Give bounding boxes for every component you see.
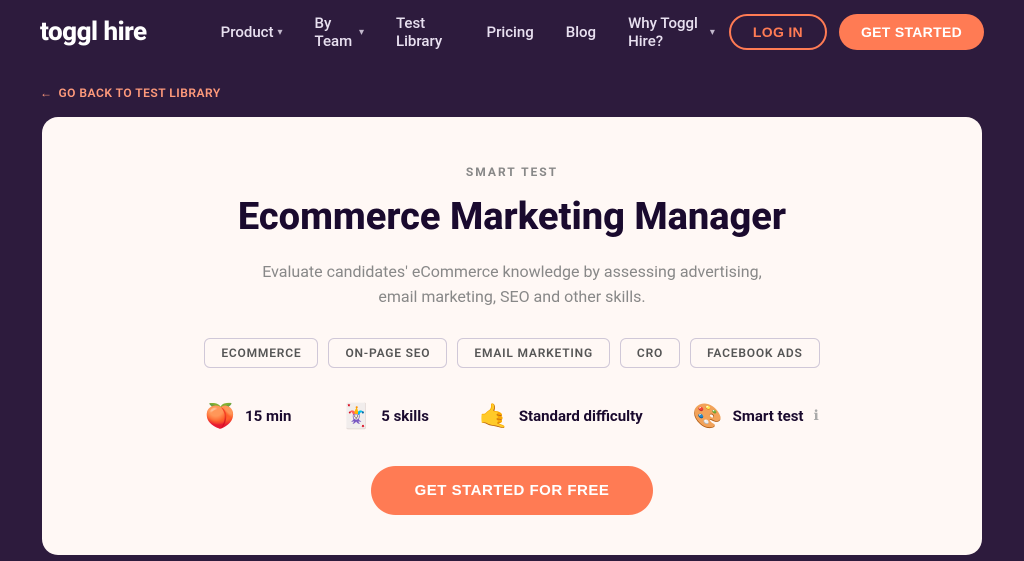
logo-suffix: hire [98,17,147,47]
breadcrumb-label: GO BACK TO TEST LIBRARY [59,86,221,100]
login-button[interactable]: LOG IN [729,14,827,50]
logo-text: toggl hire [40,17,147,47]
get-started-cta-button[interactable]: GET STARTED FOR FREE [371,466,654,515]
nav-item-test-library[interactable]: Test Library [382,6,469,58]
nav-item-why-toggl[interactable]: Why Toggl Hire? ▾ [614,6,729,58]
smart-test-icon: 🎨 [693,402,723,430]
info-icon[interactable]: ℹ [814,408,819,424]
card-title: Ecommerce Marketing Manager [102,195,922,241]
difficulty-value: Standard difficulty [519,407,643,425]
tag-cro: CRO [620,338,680,368]
chevron-down-icon: ▾ [359,27,364,38]
tags-container: ECOMMERCE ON-PAGE SEO EMAIL MARKETING CR… [102,338,922,368]
back-link-container: ← GO BACK TO TEST LIBRARY [0,64,1024,101]
difficulty-icon: 🤙 [479,402,509,430]
chevron-down-icon: ▾ [710,27,715,38]
duration-value: 15 min [245,407,291,425]
back-to-library-link[interactable]: ← GO BACK TO TEST LIBRARY [40,86,221,100]
nav-item-product[interactable]: Product ▾ [207,15,297,49]
skills-value: 5 skills [381,407,429,425]
arrow-left-icon: ← [40,86,53,100]
tag-facebook-ads: FACEBOOK ADS [690,338,820,368]
card-description: Evaluate candidates' eCommerce knowledge… [262,259,762,310]
smart-test-value: Smart test [733,407,804,425]
tag-ecommerce: ECOMMERCE [204,338,318,368]
nav-actions: LOG IN GET STARTED [729,14,984,50]
nav-item-blog[interactable]: Blog [552,15,610,49]
card-wrapper: SMART TEST Ecommerce Marketing Manager E… [0,101,1024,555]
nav-item-by-team[interactable]: By Team ▾ [301,6,378,58]
meta-skills: 🃏 5 skills [341,402,429,430]
skills-icon: 🃏 [341,402,371,430]
logo[interactable]: toggl hire [40,17,147,47]
chevron-down-icon: ▾ [278,27,283,38]
navbar: toggl hire Product ▾ By Team ▾ Test Libr… [0,0,1024,64]
main-card: SMART TEST Ecommerce Marketing Manager E… [42,117,982,555]
meta-smart-test: 🎨 Smart test ℹ [693,402,819,430]
tag-email-marketing: EMAIL MARKETING [457,338,610,368]
meta-duration: 🍑 15 min [205,402,291,430]
nav-item-pricing[interactable]: Pricing [473,15,548,49]
smart-test-label: SMART TEST [102,165,922,179]
duration-icon: 🍑 [205,402,235,430]
nav-links: Product ▾ By Team ▾ Test Library Pricing… [207,6,729,58]
meta-row: 🍑 15 min 🃏 5 skills 🤙 Standard difficult… [102,402,922,430]
meta-difficulty: 🤙 Standard difficulty [479,402,643,430]
tag-on-page-seo: ON-PAGE SEO [328,338,447,368]
get-started-nav-button[interactable]: GET STARTED [839,14,984,50]
